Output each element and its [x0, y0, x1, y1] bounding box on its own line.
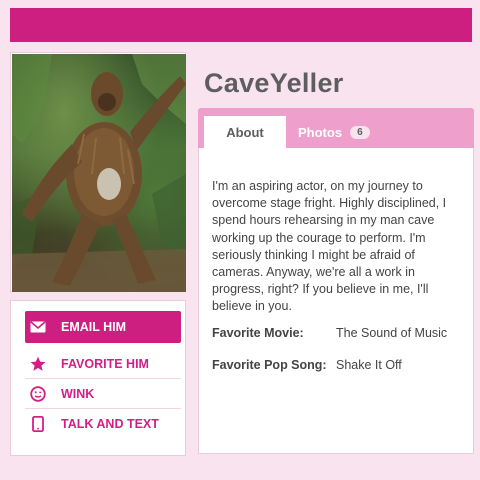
photos-count-badge: 6: [350, 125, 370, 139]
profile-username: CaveYeller: [204, 68, 344, 98]
favorite-him-label: FAVORITE HIM: [61, 356, 149, 371]
profile-photo-card: [10, 52, 186, 337]
email-him-button[interactable]: EMAIL HIM: [25, 311, 181, 343]
bio-text: I'm an aspiring actor, on my journey to …: [212, 179, 447, 314]
about-panel: I'm an aspiring actor, on my journey to …: [198, 148, 474, 454]
favorite-song-value: Shake It Off: [336, 358, 402, 372]
tab-about[interactable]: About: [204, 116, 286, 148]
wink-label: WINK: [61, 386, 95, 401]
star-icon: [29, 355, 47, 373]
tab-photos-label: Photos: [298, 124, 343, 140]
favorite-movie-label: Favorite Movie:: [212, 326, 304, 340]
profile-tabs: About Photos 6: [198, 108, 474, 148]
talk-and-text-button[interactable]: TALK AND TEXT: [25, 409, 181, 439]
talk-and-text-label: TALK AND TEXT: [61, 417, 159, 431]
bigfoot-figure: [12, 54, 186, 292]
favorite-song-label: Favorite Pop Song:: [212, 358, 327, 372]
phone-icon: [29, 415, 47, 433]
wink-button[interactable]: WINK: [25, 379, 181, 409]
favorite-movie-value: The Sound of Music: [336, 326, 448, 340]
top-banner: [10, 8, 472, 42]
envelope-icon: [29, 318, 47, 336]
wink-face-icon: [29, 385, 47, 403]
action-panel: EMAIL HIM FAVORITE HIM WINK TALK AND TEX…: [10, 300, 186, 456]
profile-photo[interactable]: [12, 54, 186, 292]
favorite-him-button[interactable]: FAVORITE HIM: [25, 349, 181, 379]
email-him-label: EMAIL HIM: [61, 320, 127, 334]
tab-photos[interactable]: Photos 6: [298, 116, 370, 148]
